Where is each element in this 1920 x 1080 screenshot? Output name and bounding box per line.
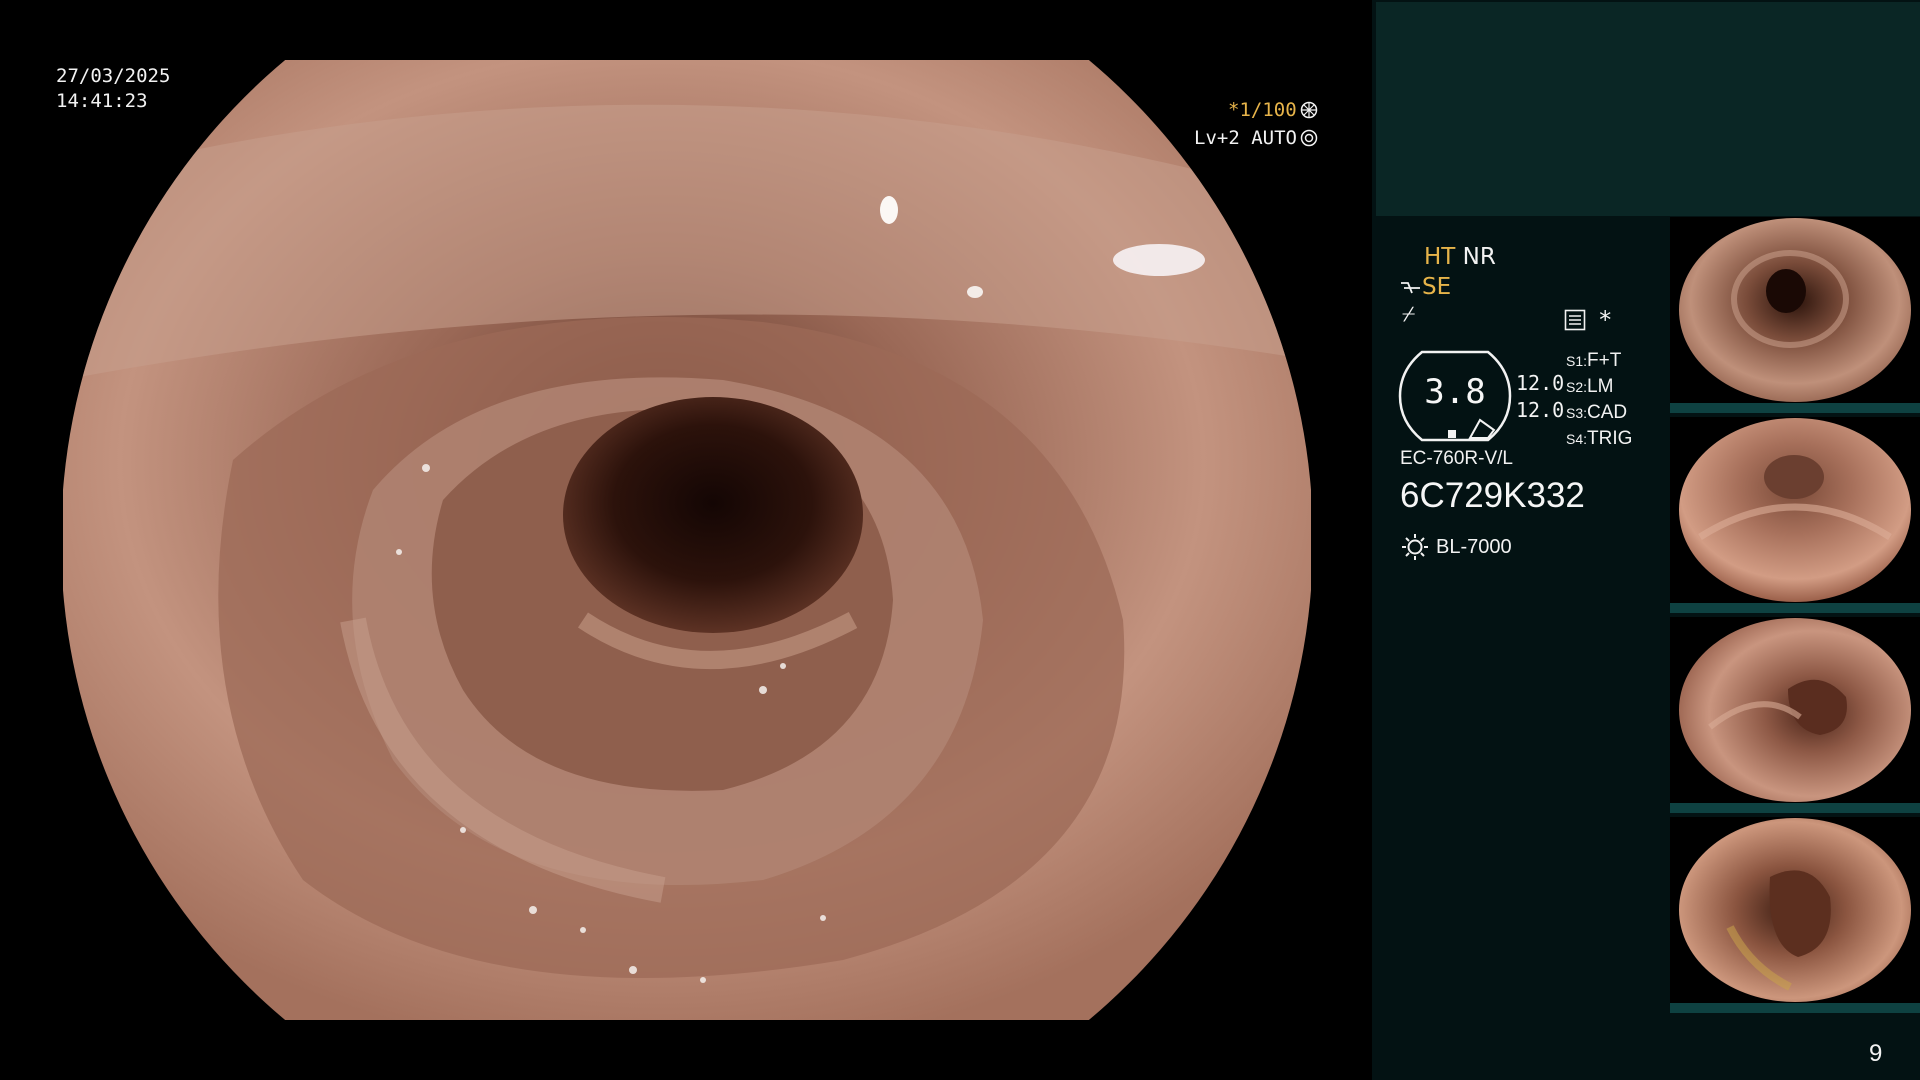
captured-image-thumbnail[interactable] [1670,817,1920,1013]
switch-4-key: S4: [1566,431,1588,447]
ht-label: HT [1424,244,1456,270]
ht-nr-status: HT NR [1424,244,1496,270]
shutter-text: *1/100 [1228,99,1297,121]
time-text: 14:41:23 [56,90,148,112]
light-source-text: BL-7000 [1436,535,1512,558]
agc-text: Lv+2 AUTO [1194,127,1297,149]
no-filter-icon: ⌿ [1402,302,1416,327]
light-source-icon [1402,534,1428,560]
switch-1-value: F+T [1587,350,1622,371]
captured-image-thumbnail[interactable] [1670,417,1920,613]
switch-2-key: S2: [1566,379,1588,395]
sidebar-header-panel [1376,2,1920,216]
colon-lumen-image [63,60,1311,1020]
shutter-dial-icon [1300,101,1317,119]
endoscope-live-view: 27/03/2025 14:41:23 *1/100 Lv+2 AUTO [0,0,1372,1080]
thumbnail-caption-bar [1670,403,1920,413]
captured-image-thumbnail[interactable] [1670,617,1920,813]
agc-level-readout: Lv+2 AUTO [1194,127,1318,149]
menu-icon-row: * [1564,306,1612,334]
asterisk-icon: * [1598,306,1613,334]
switch-3-key: S3: [1566,405,1588,421]
light-source-status: BL-7000 [1400,532,1512,562]
switch-2-value: LM [1587,376,1614,397]
se-label: SE [1422,274,1452,300]
scope-serial: 6C729K332 [1400,476,1585,515]
switch-1-key: S1: [1566,353,1588,369]
thumbnail-caption-bar [1670,603,1920,613]
zoom-value: 3.8 [1424,372,1486,412]
nr-label: NR [1462,244,1496,270]
datetime-readout: 27/03/2025 14:41:23 [56,64,170,114]
se-status: SE [1400,274,1451,300]
ratio-top: 12.0 [1516,371,1565,395]
ratio-values: 12.0 12.0 [1516,370,1564,424]
date-text: 27/03/2025 [56,65,171,87]
captured-image-thumbnail[interactable] [1670,217,1920,413]
shutter-speed-readout: *1/100 [1228,99,1318,121]
scope-switch-list: S1:F+T S2:LM S3:CAD S4:TRIG [1566,348,1632,452]
menu-list-icon [1564,309,1586,331]
switch-4-value: TRIG [1587,428,1633,449]
structure-enhance-icon [1401,282,1420,294]
agc-dial-icon [1300,129,1318,147]
switch-3-value: CAD [1587,402,1628,423]
thumbnail-caption-bar [1670,803,1920,813]
thumbnail-caption-bar [1670,1003,1920,1013]
ratio-bottom: 12.0 [1516,398,1565,422]
image-count: 9 [1869,1040,1883,1067]
scope-model: EC-760R-V/L [1400,448,1513,469]
